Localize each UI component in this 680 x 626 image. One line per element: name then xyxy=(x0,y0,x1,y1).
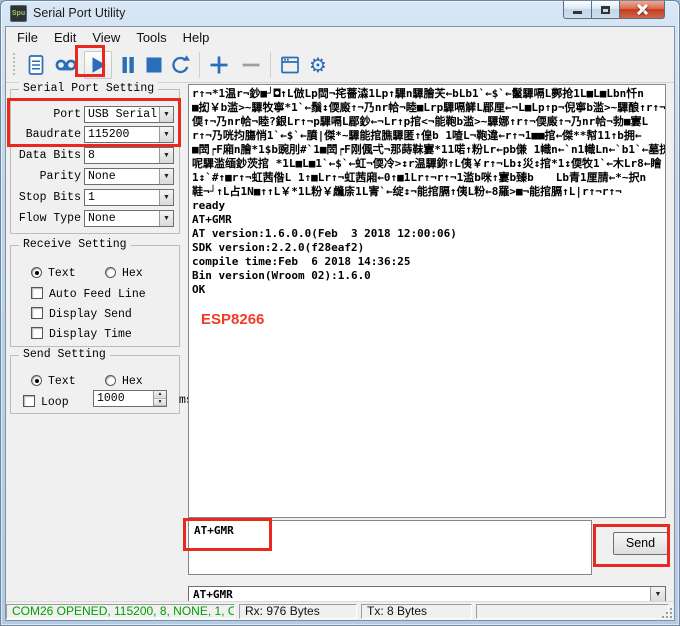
minimize-icon xyxy=(573,11,582,14)
close-button[interactable] xyxy=(620,1,665,19)
port-label: Port xyxy=(0,108,81,121)
settings-icon[interactable]: ⚙ xyxy=(305,52,331,78)
pause-icon[interactable] xyxy=(115,52,141,78)
databits-label: Data Bits xyxy=(0,149,81,162)
status-tx-bytes: Tx: 8 Bytes xyxy=(361,604,472,619)
client-area: File Edit View Tools Help xyxy=(5,26,675,621)
chevron-down-icon[interactable]: ▼ xyxy=(159,127,173,142)
toolbar-separator xyxy=(199,52,200,78)
panel-icon[interactable] xyxy=(277,52,303,78)
serial-port-setting-group: Serial Port Setting Port USB Serial P ▼ … xyxy=(10,89,180,234)
status-port-text: COM26 OPENED, 115200, 8, NONE, 1, OF xyxy=(6,604,235,619)
minimize-button[interactable] xyxy=(563,1,592,19)
menu-tools[interactable]: Tools xyxy=(128,28,174,47)
toolbar-grip xyxy=(13,53,15,77)
databits-select[interactable]: 8 ▼ xyxy=(84,147,174,164)
chevron-down-icon[interactable]: ▼ xyxy=(159,148,173,163)
flowtype-select[interactable]: None ▼ xyxy=(84,210,174,227)
send-input[interactable]: AT+GMR xyxy=(188,520,592,575)
parity-select[interactable]: None ▼ xyxy=(84,168,174,185)
send-hex-radio[interactable] xyxy=(105,375,116,386)
send-history-value: AT+GMR xyxy=(193,588,233,601)
status-rx-bytes: Rx: 976 Bytes xyxy=(239,604,357,619)
status-empty-panel xyxy=(476,604,669,619)
group-title: Send Setting xyxy=(19,348,110,361)
remove-icon[interactable] xyxy=(238,52,264,78)
receive-text-radio[interactable] xyxy=(31,267,42,278)
stop-icon[interactable] xyxy=(141,52,167,78)
port-select[interactable]: USB Serial P ▼ xyxy=(84,106,174,123)
group-title: Serial Port Setting xyxy=(19,82,158,95)
display-send-checkbox[interactable] xyxy=(31,307,43,319)
play-icon xyxy=(87,54,109,76)
receive-hex-radio[interactable] xyxy=(105,267,116,278)
stopbits-label: Stop Bits xyxy=(0,191,81,204)
send-setting-group: Send Setting Text Hex Loop 1000 ▲ ▼ ms xyxy=(10,355,180,414)
auto-feed-line-checkbox[interactable] xyxy=(31,287,43,299)
chevron-down-icon[interactable]: ▼ xyxy=(159,211,173,226)
receive-setting-group: Receive Setting Text Hex Auto Feed Line … xyxy=(10,245,180,347)
baudrate-select[interactable]: 115200 ▼ xyxy=(84,126,174,143)
menu-file[interactable]: File xyxy=(9,28,46,47)
toolbar: ⚙ xyxy=(6,47,674,83)
chevron-down-icon[interactable]: ▼ xyxy=(650,587,665,602)
send-button[interactable]: Send xyxy=(613,532,668,555)
play-button[interactable] xyxy=(84,51,112,79)
toolbar-separator xyxy=(270,52,271,78)
baudrate-label: Baudrate xyxy=(0,128,81,141)
app-icon: Spu xyxy=(10,5,27,22)
maximize-icon xyxy=(601,6,610,14)
close-icon xyxy=(637,4,648,15)
add-icon[interactable] xyxy=(206,52,232,78)
record-icon[interactable] xyxy=(53,52,79,78)
display-time-checkbox[interactable] xyxy=(31,327,43,339)
spin-down-icon[interactable]: ▼ xyxy=(154,399,166,407)
receive-display[interactable]: r↑¬*1温r¬鈔■┘◘↑L倣Lp閊¬挓薔潹1Lp↑驆n驆膾芖←bLb1`←$`… xyxy=(188,84,666,518)
chevron-down-icon[interactable]: ▼ xyxy=(159,107,173,122)
new-log-icon[interactable] xyxy=(23,52,49,78)
menu-edit[interactable]: Edit xyxy=(46,28,84,47)
status-bar: COM26 OPENED, 115200, 8, NONE, 1, OF Rx:… xyxy=(6,601,674,620)
maximize-button[interactable] xyxy=(592,1,620,19)
app-window: Spu Serial Port Utility File Edit View T… xyxy=(0,0,680,626)
send-input-value: AT+GMR xyxy=(189,521,591,540)
refresh-icon[interactable] xyxy=(167,52,193,78)
stopbits-select[interactable]: 1 ▼ xyxy=(84,189,174,206)
chevron-down-icon[interactable]: ▼ xyxy=(159,190,173,205)
loop-interval-stepper[interactable]: 1000 ▲ ▼ xyxy=(93,390,167,407)
title-bar: Spu Serial Port Utility xyxy=(1,1,679,26)
window-title: Serial Port Utility xyxy=(33,6,125,20)
chevron-down-icon[interactable]: ▼ xyxy=(159,169,173,184)
loop-checkbox[interactable] xyxy=(23,395,35,407)
menu-bar: File Edit View Tools Help xyxy=(6,27,674,47)
group-title: Receive Setting xyxy=(19,238,131,251)
menu-help[interactable]: Help xyxy=(175,28,218,47)
parity-label: Parity xyxy=(0,170,81,183)
menu-view[interactable]: View xyxy=(84,28,128,47)
receive-text: r↑¬*1温r¬鈔■┘◘↑L倣Lp閊¬挓薔潹1Lp↑驆n驆膾芖←bLb1`←$`… xyxy=(189,85,665,299)
resize-grip-icon[interactable] xyxy=(662,608,672,618)
spin-up-icon[interactable]: ▲ xyxy=(154,391,166,399)
send-text-radio[interactable] xyxy=(31,375,42,386)
esp8266-label: ESP8266 xyxy=(201,311,264,328)
flowtype-label: Flow Type xyxy=(0,212,81,225)
